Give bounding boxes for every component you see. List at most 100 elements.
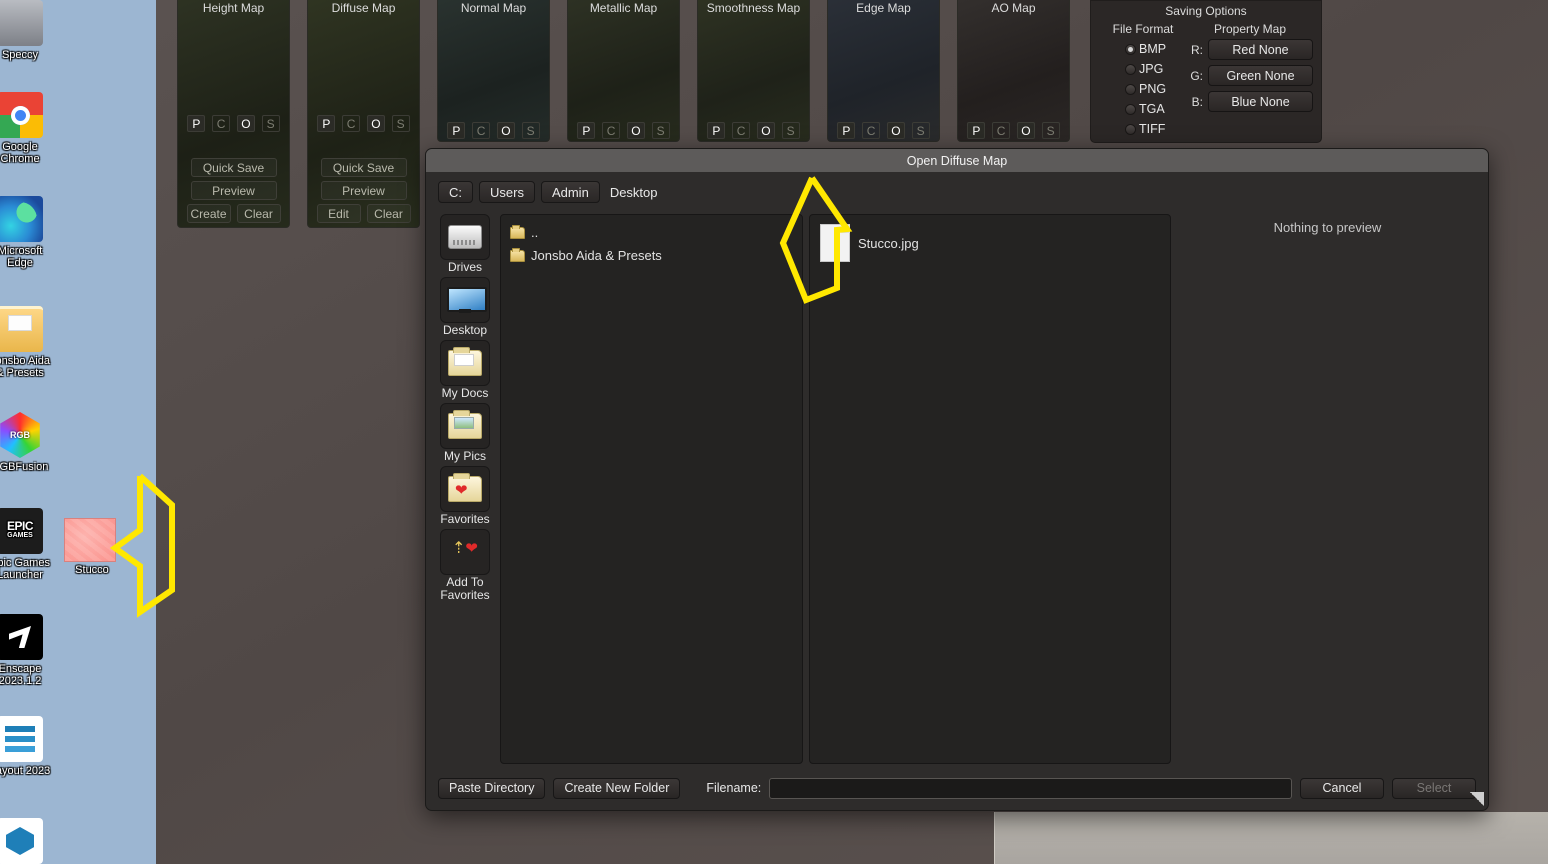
shortcut-add-to-favorites[interactable]: ⇡❤ Add To Favorites bbox=[436, 529, 494, 602]
desktop-icon-sketchup[interactable]: SketchUp 2023 bbox=[0, 818, 54, 864]
toggle-o[interactable]: O bbox=[236, 115, 255, 132]
toggle-c[interactable]: C bbox=[212, 115, 231, 132]
shortcut-desktop[interactable]: Desktop bbox=[436, 277, 494, 337]
toggle-p[interactable]: P bbox=[317, 115, 336, 132]
toggle-s[interactable]: S bbox=[651, 122, 670, 139]
desktop-icon-enscape[interactable]: Enscape 2023.1.2 bbox=[0, 614, 54, 687]
toggle-c[interactable]: C bbox=[732, 122, 751, 139]
create-new-folder-button[interactable]: Create New Folder bbox=[553, 777, 681, 799]
toggle-o[interactable]: O bbox=[496, 122, 515, 139]
file-row[interactable]: Stucco.jpg bbox=[810, 221, 1170, 265]
toggle-s[interactable]: S bbox=[911, 122, 930, 139]
file-format-option-bmp[interactable]: BMP bbox=[1099, 39, 1187, 59]
paste-directory-button[interactable]: Paste Directory bbox=[438, 777, 546, 799]
create-button[interactable]: Create bbox=[186, 204, 231, 223]
select-button[interactable]: Select bbox=[1392, 777, 1476, 799]
desktop-icon-microsoft-edge[interactable]: Microsoft Edge bbox=[0, 196, 54, 269]
shortcut-my-docs[interactable]: My Docs bbox=[436, 340, 494, 400]
toggle-c[interactable]: C bbox=[602, 122, 621, 139]
shortcut-label: Drives bbox=[447, 260, 482, 274]
desktop-icon-label: Jonsbo Aida & Presets bbox=[0, 355, 50, 379]
desktop-icon-google-chrome[interactable]: Google Chrome bbox=[0, 92, 54, 165]
file-name: Stucco.jpg bbox=[858, 235, 919, 251]
resize-grip-icon[interactable] bbox=[1470, 792, 1484, 806]
toggle-c[interactable]: C bbox=[472, 122, 491, 139]
radio-icon[interactable] bbox=[1125, 43, 1136, 55]
file-format-option-tga[interactable]: TGA bbox=[1099, 99, 1187, 119]
map-card-edge-map: Edge Map P C O S bbox=[827, 0, 940, 142]
cancel-button[interactable]: Cancel bbox=[1300, 777, 1384, 799]
map-card-title: Smoothness Map bbox=[706, 1, 801, 15]
toggle-s[interactable]: S bbox=[391, 115, 410, 132]
channel-value-button[interactable]: Red None bbox=[1208, 39, 1313, 60]
toggle-p[interactable]: P bbox=[447, 122, 466, 139]
toggle-s[interactable]: S bbox=[781, 122, 800, 139]
file-format-option-label: TGA bbox=[1139, 102, 1165, 116]
toggle-o[interactable]: O bbox=[626, 122, 645, 139]
map-card-title: Metallic Map bbox=[589, 1, 658, 15]
enscape-icon bbox=[0, 614, 43, 660]
toggle-p[interactable]: P bbox=[837, 122, 856, 139]
channel-label: B: bbox=[1191, 94, 1203, 109]
desktop-icon-label: Epic Games Launcher bbox=[0, 557, 50, 581]
radio-icon[interactable] bbox=[1125, 83, 1136, 95]
breadcrumb: C: Users Admin Desktop bbox=[426, 172, 1488, 203]
quick-save-button[interactable]: Quick Save bbox=[320, 158, 407, 177]
toggle-o[interactable]: O bbox=[756, 122, 775, 139]
toggle-o[interactable]: O bbox=[366, 115, 385, 132]
toggle-s[interactable]: S bbox=[521, 122, 540, 139]
toggle-c[interactable]: C bbox=[342, 115, 361, 132]
preview-button[interactable]: Preview bbox=[320, 181, 407, 200]
breadcrumb-c[interactable]: C: bbox=[438, 181, 473, 203]
toggle-o[interactable]: O bbox=[886, 122, 905, 139]
map-card-title: Height Map bbox=[202, 1, 265, 15]
radio-icon[interactable] bbox=[1125, 63, 1136, 75]
desktop-icon-layout[interactable]: Layout 2023 bbox=[0, 716, 54, 777]
folder-name: Jonsbo Aida & Presets bbox=[531, 248, 662, 263]
desktop-icon-speccy[interactable]: Speccy bbox=[0, 0, 54, 61]
folder-list-pane[interactable]: .. Jonsbo Aida & Presets bbox=[500, 214, 803, 764]
toggle-c[interactable]: C bbox=[992, 122, 1011, 139]
quick-save-button[interactable]: Quick Save bbox=[190, 158, 277, 177]
open-diffuse-map-dialog: Open Diffuse Map C: Users Admin Desktop Dri… bbox=[425, 148, 1489, 811]
channel-value-button[interactable]: Green None bbox=[1208, 65, 1313, 86]
file-list-pane[interactable]: Stucco.jpg bbox=[809, 214, 1171, 764]
clear-button[interactable]: Clear bbox=[366, 204, 411, 223]
channel-value-button[interactable]: Blue None bbox=[1208, 91, 1313, 112]
desktop-file-stucco[interactable]: Stucco bbox=[64, 518, 120, 576]
toggle-o[interactable]: O bbox=[1016, 122, 1035, 139]
desktop-icon-rgb-fusion[interactable]: RGBFusion bbox=[0, 412, 54, 473]
file-format-option-png[interactable]: PNG bbox=[1099, 79, 1187, 99]
file-format-option-label: TIFF bbox=[1139, 122, 1166, 136]
desktop-icon-folder[interactable]: Jonsbo Aida & Presets bbox=[0, 306, 54, 379]
shortcut-my-pics[interactable]: My Pics bbox=[436, 403, 494, 463]
toggle-p[interactable]: P bbox=[707, 122, 726, 139]
toggle-s[interactable]: S bbox=[261, 115, 280, 132]
toggle-c[interactable]: C bbox=[862, 122, 881, 139]
toggle-p[interactable]: P bbox=[967, 122, 986, 139]
file-format-option-jpg[interactable]: JPG bbox=[1099, 59, 1187, 79]
toggle-p[interactable]: P bbox=[577, 122, 596, 139]
toggle-p[interactable]: P bbox=[187, 115, 206, 132]
edit-button[interactable]: Edit bbox=[316, 204, 361, 223]
desktop-file-stucco-label: Stucco bbox=[75, 564, 109, 576]
clear-button[interactable]: Clear bbox=[236, 204, 281, 223]
radio-icon[interactable] bbox=[1125, 123, 1136, 135]
map-card-diffuse-map: Diffuse Map P C O S Quick Save Preview Edit Clea… bbox=[307, 0, 420, 228]
desktop-icon-epic-games[interactable]: EPICGAMES Epic Games Launcher bbox=[0, 508, 54, 581]
toggle-s[interactable]: S bbox=[1041, 122, 1060, 139]
folder-row[interactable]: .. bbox=[501, 221, 802, 244]
breadcrumb-admin[interactable]: Admin bbox=[540, 181, 600, 203]
radio-icon[interactable] bbox=[1125, 103, 1136, 115]
dialog-title-bar[interactable]: Open Diffuse Map bbox=[426, 149, 1488, 172]
preview-button[interactable]: Preview bbox=[190, 181, 277, 200]
filename-input[interactable] bbox=[769, 777, 1292, 799]
shortcut-drives[interactable]: Drives bbox=[436, 214, 494, 274]
dialog-footer: Paste Directory Create New Folder Filena… bbox=[426, 766, 1488, 810]
folder-row[interactable]: Jonsbo Aida & Presets bbox=[501, 244, 802, 267]
file-format-option-tiff[interactable]: TIFF bbox=[1099, 119, 1187, 139]
shortcut-favorites[interactable]: ❤ Favorites bbox=[436, 466, 494, 526]
breadcrumb-users[interactable]: Users bbox=[479, 181, 535, 203]
microsoft-edge-icon bbox=[0, 196, 43, 242]
pictures-folder-icon bbox=[440, 403, 490, 449]
